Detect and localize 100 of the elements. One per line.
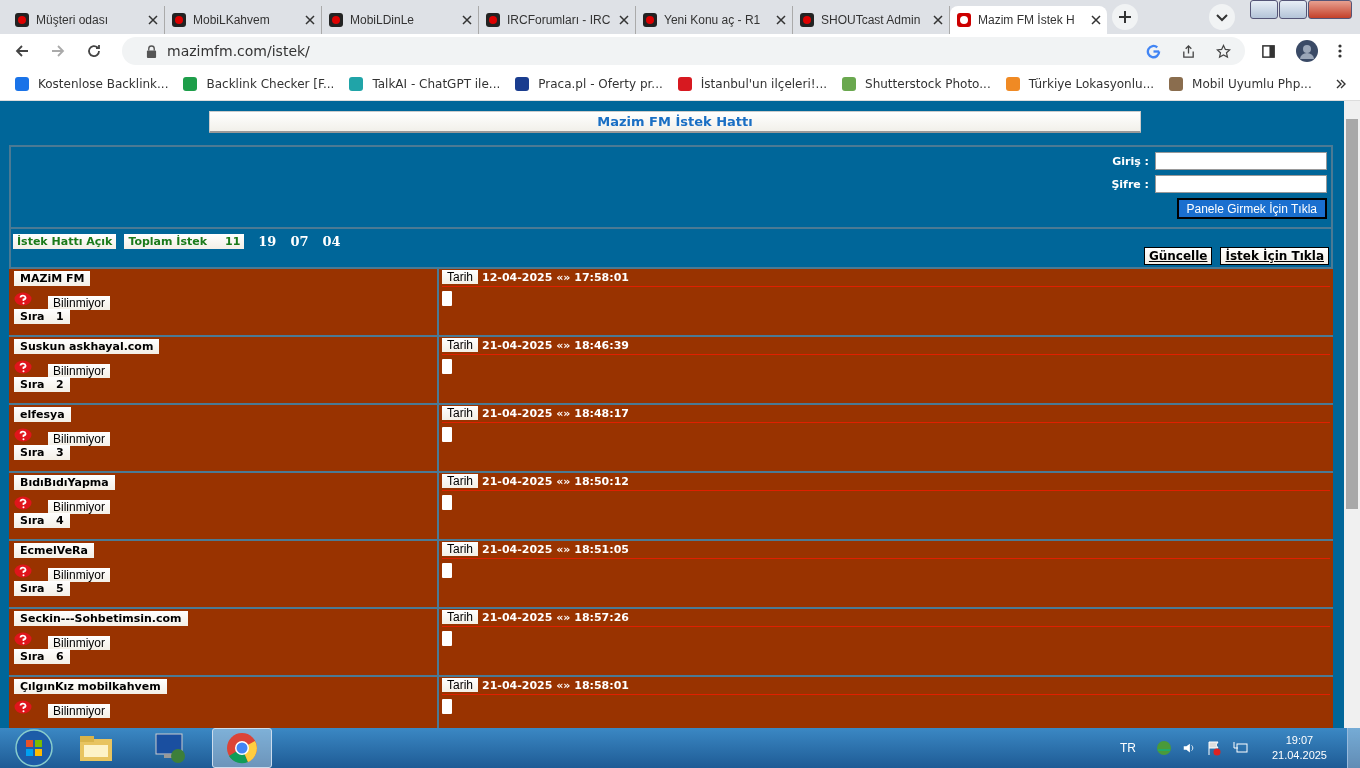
tab-favicon-icon: [14, 12, 30, 28]
date-text: 21-04-2025 «» 18:58:01: [482, 678, 629, 692]
new-tab-icon[interactable]: [1111, 3, 1139, 31]
scrollbar[interactable]: [1344, 101, 1360, 728]
address-bar[interactable]: mazimfm.com/istek/: [122, 37, 1245, 65]
request-cell: elfesya Bilinmiyor Sıra 3: [9, 405, 439, 471]
date-label: Tarih: [442, 474, 478, 488]
message-box: [442, 495, 452, 510]
song-tag: Bilinmiyor: [48, 636, 110, 650]
tab-search-icon[interactable]: [1208, 3, 1236, 31]
question-icon: [14, 292, 32, 306]
tab-title: SHOUTcast Admin: [821, 13, 922, 27]
password-field[interactable]: [1155, 175, 1327, 193]
date-text: 21-04-2025 «» 18:51:05: [482, 542, 629, 556]
date-text: 21-04-2025 «» 18:48:17: [482, 406, 629, 420]
bookmark[interactable]: Mobil Uyumlu Php...: [1168, 76, 1320, 92]
username-field[interactable]: [1155, 152, 1327, 170]
bookmark[interactable]: Praca.pl - Oferty pr...: [514, 76, 671, 92]
tab-favicon-icon: [799, 12, 815, 28]
more-bookmarks-icon[interactable]: [1336, 79, 1346, 89]
date-text: 21-04-2025 «» 18:50:12: [482, 474, 629, 488]
folder-icon[interactable]: [78, 733, 114, 763]
browser-tab[interactable]: Mazim FM İstek H: [950, 6, 1107, 34]
bookmark[interactable]: Türkiye Lokasyonlu...: [1004, 76, 1163, 92]
message-box: [442, 291, 452, 306]
volume-icon[interactable]: [1181, 741, 1196, 755]
tab-title: Yeni Konu aç - R1: [664, 13, 762, 27]
order-tag: Sıra 5: [14, 581, 70, 596]
close-icon[interactable]: [148, 15, 158, 25]
song-tag: Bilinmiyor: [48, 500, 110, 514]
date-label: Tarih: [442, 678, 478, 692]
song-tag: Bilinmiyor: [48, 296, 110, 310]
panel-login-button[interactable]: Panele Girmek İçin Tıkla: [1176, 198, 1327, 219]
action-link[interactable]: İstek İçin Tıkla: [1220, 247, 1329, 265]
date-text: 21-04-2025 «» 18:46:39: [482, 338, 629, 352]
tab-favicon-icon: [485, 12, 501, 28]
login-label: Giriş :: [1112, 154, 1149, 168]
lock-icon: [146, 44, 157, 58]
clock-date: 21.04.2025: [1271, 748, 1327, 763]
bookmark[interactable]: Backlink Checker [F...: [182, 76, 343, 92]
action-link[interactable]: Güncelle: [1143, 247, 1213, 265]
tab-title: MobiLKahvem: [193, 13, 271, 27]
request-cell: ÇılgınKız mobilkahvem Bilinmiyor: [9, 677, 439, 728]
close-icon[interactable]: [933, 15, 943, 25]
avatar-icon[interactable]: [1296, 40, 1318, 62]
order-tag: Sıra 6: [14, 649, 70, 664]
reload-icon[interactable]: [86, 43, 102, 59]
share-icon[interactable]: [1181, 43, 1196, 59]
start-button-icon[interactable]: [14, 728, 54, 768]
message-box: [442, 699, 452, 714]
close-icon[interactable]: [1091, 15, 1101, 25]
close-icon[interactable]: [776, 15, 786, 25]
tab-title: Mazim FM İstek H: [978, 13, 1076, 27]
language-indicator[interactable]: TR: [1119, 741, 1136, 755]
taskbar-button[interactable]: [212, 728, 272, 768]
tab-title: Müşteri odası: [36, 13, 110, 27]
bookmark[interactable]: İstanbul'un ilçeleri!...: [676, 76, 835, 92]
clock-text: 07: [290, 234, 309, 249]
google-icon[interactable]: [1146, 43, 1161, 59]
close-icon[interactable]: [619, 15, 629, 25]
question-icon: [14, 428, 32, 442]
message-box: [442, 563, 452, 578]
back-icon[interactable]: [14, 43, 30, 59]
date-text: 12-04-2025 «» 17:58:01: [482, 270, 629, 284]
password-label: Şifre :: [1111, 177, 1149, 191]
song-tag: Bilinmiyor: [48, 364, 110, 378]
remote-desktop-icon[interactable]: [152, 732, 188, 764]
question-icon: [14, 360, 32, 374]
bookmark[interactable]: TalkAI - ChatGPT ile...: [348, 76, 509, 92]
close-icon[interactable]: [462, 15, 472, 25]
tab-favicon-icon: [171, 12, 187, 28]
date-label: Tarih: [442, 270, 478, 284]
network-icon[interactable]: [1231, 740, 1248, 756]
date-label: Tarih: [442, 610, 478, 624]
total-requests-tag: Toplam İstek 11: [124, 234, 245, 249]
bookmark[interactable]: Kostenlose Backlink...: [14, 76, 177, 92]
bookmark[interactable]: Shutterstock Photo...: [841, 76, 999, 92]
song-tag: Bilinmiyor: [48, 432, 110, 446]
clock-time: 19:07: [1285, 733, 1314, 748]
order-tag: Sıra 1: [14, 309, 70, 324]
date-label: Tarih: [442, 338, 478, 352]
message-box: [442, 427, 452, 442]
order-tag: Sıra 4: [14, 513, 70, 528]
page-title: Mazim FM İstek Hattı: [209, 111, 1141, 133]
side-panel-icon[interactable]: [1261, 43, 1276, 59]
order-tag: Sıra 2: [14, 377, 70, 392]
close-icon[interactable]: [305, 15, 315, 25]
song-tag: Bilinmiyor: [48, 568, 110, 582]
message-box: [442, 359, 452, 374]
clock-text: 04: [322, 234, 341, 249]
star-icon[interactable]: [1216, 43, 1231, 59]
status-tag: İstek Hattı Açık: [13, 234, 117, 249]
tab-favicon-icon: [328, 12, 344, 28]
tab-title: IRCForumları - IRC: [507, 13, 612, 27]
date-label: Tarih: [442, 542, 478, 556]
tab-favicon-icon: [642, 12, 658, 28]
flag-icon[interactable]: [1205, 740, 1222, 756]
menu-icon[interactable]: [1338, 43, 1342, 59]
chrome-icon: [226, 732, 258, 764]
window-controls-drawing[interactable]: [1250, 0, 1352, 19]
